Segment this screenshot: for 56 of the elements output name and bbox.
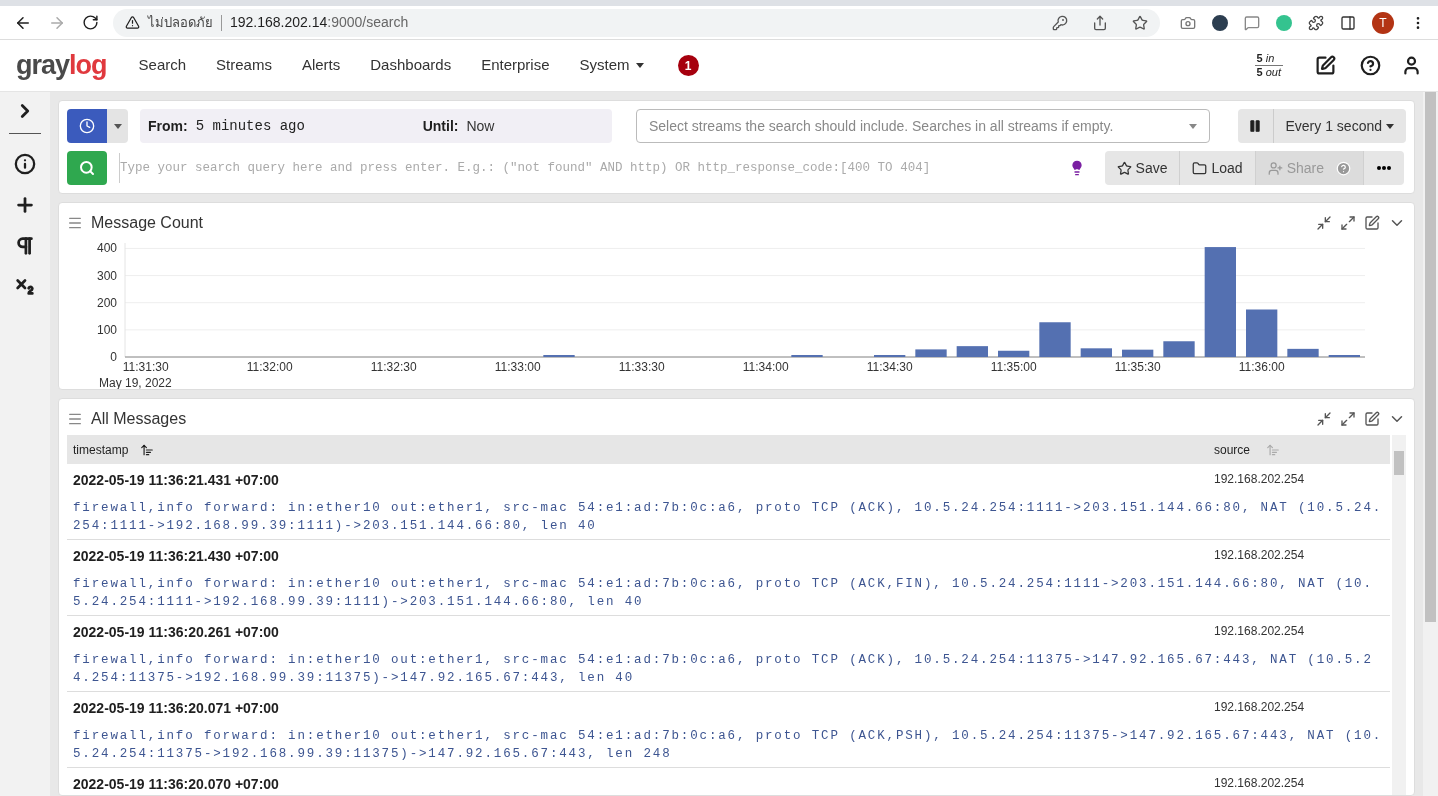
y-tick-label: 0	[110, 350, 117, 364]
profile-avatar[interactable]: T	[1372, 11, 1394, 34]
x-tick-label: 11:34:00	[742, 360, 789, 374]
message-text: firewall,info forward: in:ether10 out:ether1, src-mac 54:e1:ad:7b:0c:a6, proto TCP (ACK,PSH), 10.5.24.254:11375->147.92.165.67:443, NAT (10.5.24.254:11375->192.168.99.39:11375)->147.92.165.67:443, len 248	[73, 728, 1384, 763]
x-tick-label: 11:34:30	[866, 360, 913, 374]
x-tick-label: 11:36:00	[1238, 360, 1285, 374]
message-source: 192.168.202.254	[1214, 699, 1306, 716]
x-tick-label: 11:35:00	[990, 360, 1037, 374]
security-label: ไม่ปลอดภัย	[148, 13, 213, 32]
nav-link[interactable]: Alerts	[301, 54, 341, 77]
message-timestamp[interactable]: 2022-05-19 11:36:20.070 +07:00	[73, 774, 1214, 795]
nav-link[interactable]: System	[579, 54, 644, 77]
message-source: 192.168.202.254	[1214, 471, 1306, 488]
streams-select[interactable]: Select streams the search should include. Searches in all streams if empty.	[636, 109, 1210, 143]
message-timestamp[interactable]: 2022-05-19 11:36:21.430 +07:00	[73, 546, 1214, 567]
y-tick-label: 300	[96, 268, 117, 283]
url-text: 192.168.202.14:9000/search	[230, 13, 409, 32]
widget-title: All Messages	[91, 409, 187, 429]
nav-link[interactable]: Enterprise	[481, 54, 550, 77]
message-text: firewall,info forward: in:ether10 out:ether1, src-mac 54:e1:ad:7b:0c:a6, proto TCP (ACK), 10.5.24.254:11375->147.92.165.67:443, NAT (10.5.24.254:11375->192.168.99.39:11375)->147.92.165.67:443, len 40	[73, 652, 1374, 687]
message-timestamp[interactable]: 2022-05-19 11:36:20.071 +07:00	[73, 698, 1214, 719]
x-tick-label: 11:35:30	[1114, 360, 1161, 374]
from-label: From:	[148, 116, 188, 136]
y-tick-label: 100	[96, 322, 117, 337]
message-source: 192.168.202.254	[1214, 623, 1306, 640]
from-value: 5 minutes ago	[195, 116, 306, 136]
action-button[interactable]: Save	[1104, 151, 1181, 185]
x-tick-label: 11:32:30	[370, 360, 417, 374]
widget-title: Message Count	[91, 213, 204, 233]
graylog-logo[interactable]: graylog	[16, 52, 107, 79]
message-source: 192.168.202.254	[1214, 775, 1306, 792]
until-value: Now	[466, 116, 495, 136]
throughput-indicator[interactable]: 5 in 5 out	[1254, 52, 1283, 79]
message-timestamp[interactable]: 2022-05-19 11:36:21.431 +07:00	[73, 470, 1214, 491]
y-tick-label: 200	[96, 295, 117, 310]
x-tick-label: 11:31:30	[122, 360, 169, 374]
date-label: May 19, 2022	[99, 376, 172, 389]
until-label: Until:	[422, 116, 459, 136]
nav-link[interactable]: Dashboards	[370, 54, 452, 77]
column-header[interactable]: source	[1214, 440, 1266, 459]
notification-badge[interactable]: 1	[677, 55, 699, 76]
column-header[interactable]: timestamp	[73, 440, 129, 459]
address-bar[interactable]: ไม่ปลอดภัย 192.168.202.14:9000/search	[113, 8, 1160, 37]
x-tick-label: 11:33:30	[618, 360, 665, 374]
query-input[interactable]: Type your search query here and press enter. E.g.: ("not found" AND http) OR http_response_code:[400 TO 404]	[119, 153, 1049, 183]
y-tick-label: 400	[96, 241, 117, 256]
x-tick-label: 11:32:00	[246, 360, 293, 374]
message-timestamp[interactable]: 2022-05-19 11:36:20.261 +07:00	[73, 622, 1214, 643]
message-source: 192.168.202.254	[1214, 547, 1306, 564]
nav-link[interactable]: Streams	[216, 54, 272, 77]
message-text: firewall,info forward: in:ether10 out:ether1, src-mac 54:e1:ad:7b:0c:a6, proto TCP (ACK,FIN), 10.5.24.254:1111->203.151.144.66:80, NAT (10.5.24.254:1111->192.168.99.39:1111)->203.151.144.66:80, len 40	[73, 576, 1374, 611]
message-text: firewall,info forward: in:ether10 out:ether1, src-mac 54:e1:ad:7b:0c:a6, proto TCP (ACK), 10.5.24.254:1111->203.151.144.66:80, NAT (10.5.24.254:1111->192.168.99.39:1111)->203.151.144.66:80, len 40	[73, 500, 1384, 535]
action-button[interactable]: Load	[1180, 151, 1256, 185]
x-tick-label: 11:33:00	[494, 360, 541, 374]
refresh-interval-dropdown[interactable]: Every 1 second	[1273, 109, 1406, 143]
nav-link[interactable]: Search	[138, 54, 187, 77]
